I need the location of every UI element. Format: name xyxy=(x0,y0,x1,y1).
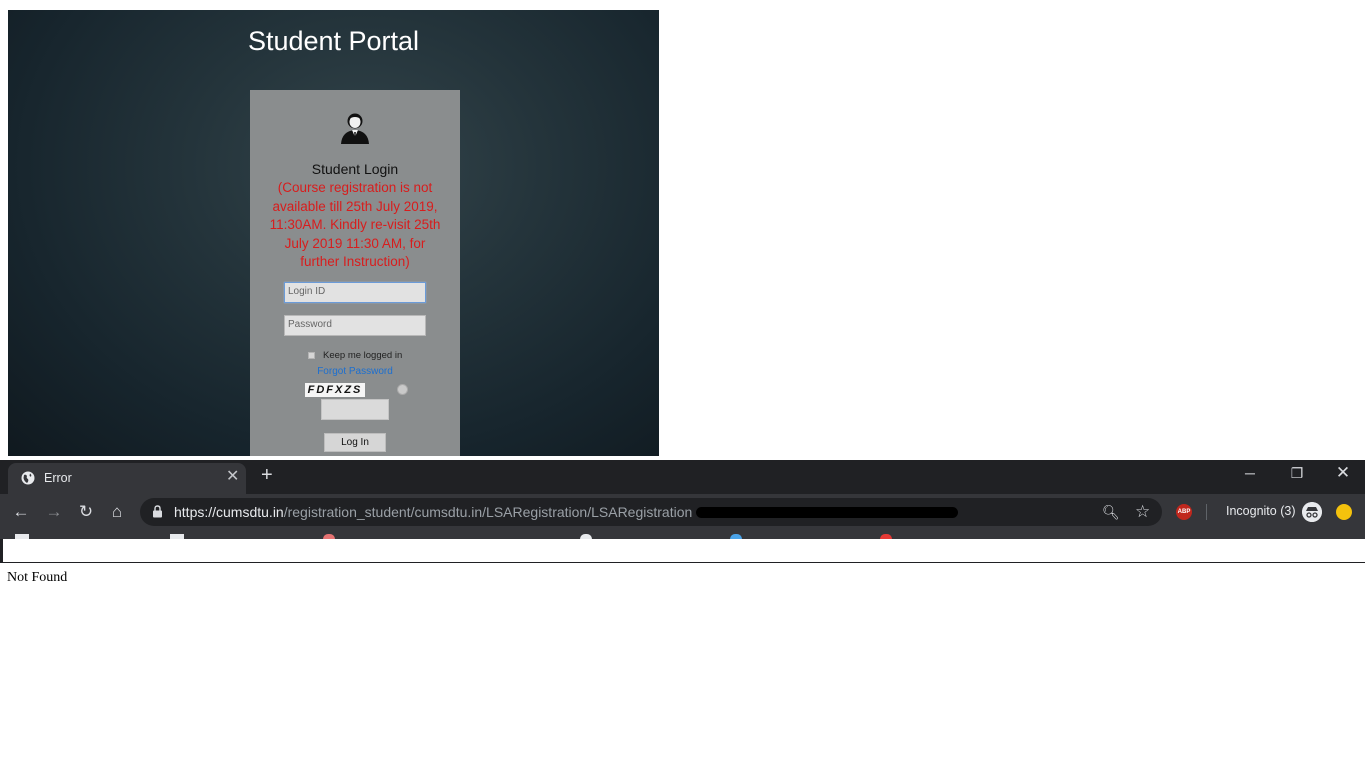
bookmarks-bar xyxy=(0,530,1365,539)
incognito-icon[interactable] xyxy=(1302,502,1322,522)
login-heading: Student Login xyxy=(311,161,399,177)
forgot-password-link[interactable]: Forgot Password xyxy=(250,366,460,377)
back-arrow-icon[interactable]: ← xyxy=(11,502,31,522)
restore-icon[interactable]: ❐ xyxy=(1287,465,1307,481)
incognito-label[interactable]: Incognito (3) xyxy=(1226,504,1295,518)
login-button[interactable]: Log In xyxy=(324,433,386,452)
home-icon[interactable]: ⌂ xyxy=(107,502,127,522)
minimize-icon[interactable]: ─ xyxy=(1240,465,1260,481)
captcha-image: FDFXZS xyxy=(305,383,365,397)
bookmark-star-icon[interactable]: ☆ xyxy=(1135,502,1150,522)
forward-arrow-icon[interactable]: → xyxy=(44,502,64,522)
url-path: /registration_student/cumsdtu.in/LSARegi… xyxy=(283,504,693,520)
login-box: Student Login (Course registration is no… xyxy=(250,90,460,456)
adblock-icon[interactable]: ABP xyxy=(1176,504,1192,520)
content-frame xyxy=(0,539,1365,563)
lock-icon xyxy=(153,505,162,518)
refresh-captcha-icon[interactable] xyxy=(397,384,408,395)
user-avatar-icon xyxy=(341,113,369,144)
url-host: https://cumsdtu.in xyxy=(174,504,284,520)
registration-notice: (Course registration is not available ti… xyxy=(269,180,441,270)
window-close-icon[interactable]: ✕ xyxy=(1333,464,1353,481)
browser-toolbar: ← → ↻ ⌂ https://cumsdtu.in/registration_… xyxy=(0,494,1365,530)
not-found-text: Not Found xyxy=(7,570,68,585)
login-id-input[interactable]: Login ID xyxy=(284,282,426,303)
redaction-scribble xyxy=(696,507,958,518)
remember-label: Keep me logged in xyxy=(323,350,403,361)
tab-error[interactable]: Error ✕ xyxy=(8,463,246,494)
address-bar[interactable]: https://cumsdtu.in/registration_student/… xyxy=(140,498,1162,526)
reload-icon[interactable]: ↻ xyxy=(76,502,96,522)
url-text: https://cumsdtu.in/registration_student/… xyxy=(174,504,692,520)
tab-close-icon[interactable]: ✕ xyxy=(226,469,239,485)
captcha-input[interactable] xyxy=(321,399,389,420)
portal-screenshot: Student Portal Student Login (Course reg… xyxy=(8,10,659,456)
password-input[interactable]: Password xyxy=(284,315,426,336)
portal-title: Student Portal xyxy=(247,26,420,56)
tab-strip: Error ✕ + ─ ❐ ✕ xyxy=(0,460,1365,494)
zoom-icon[interactable]: 🔍︎ xyxy=(1102,504,1120,521)
tab-title: Error xyxy=(44,471,72,485)
new-tab-icon[interactable]: + xyxy=(261,465,273,485)
toolbar-divider xyxy=(1206,504,1207,520)
profile-avatar-icon[interactable] xyxy=(1336,504,1352,520)
remember-me[interactable]: Keep me logged in xyxy=(308,350,402,361)
globe-icon xyxy=(21,471,35,485)
remember-checkbox[interactable] xyxy=(308,352,315,359)
